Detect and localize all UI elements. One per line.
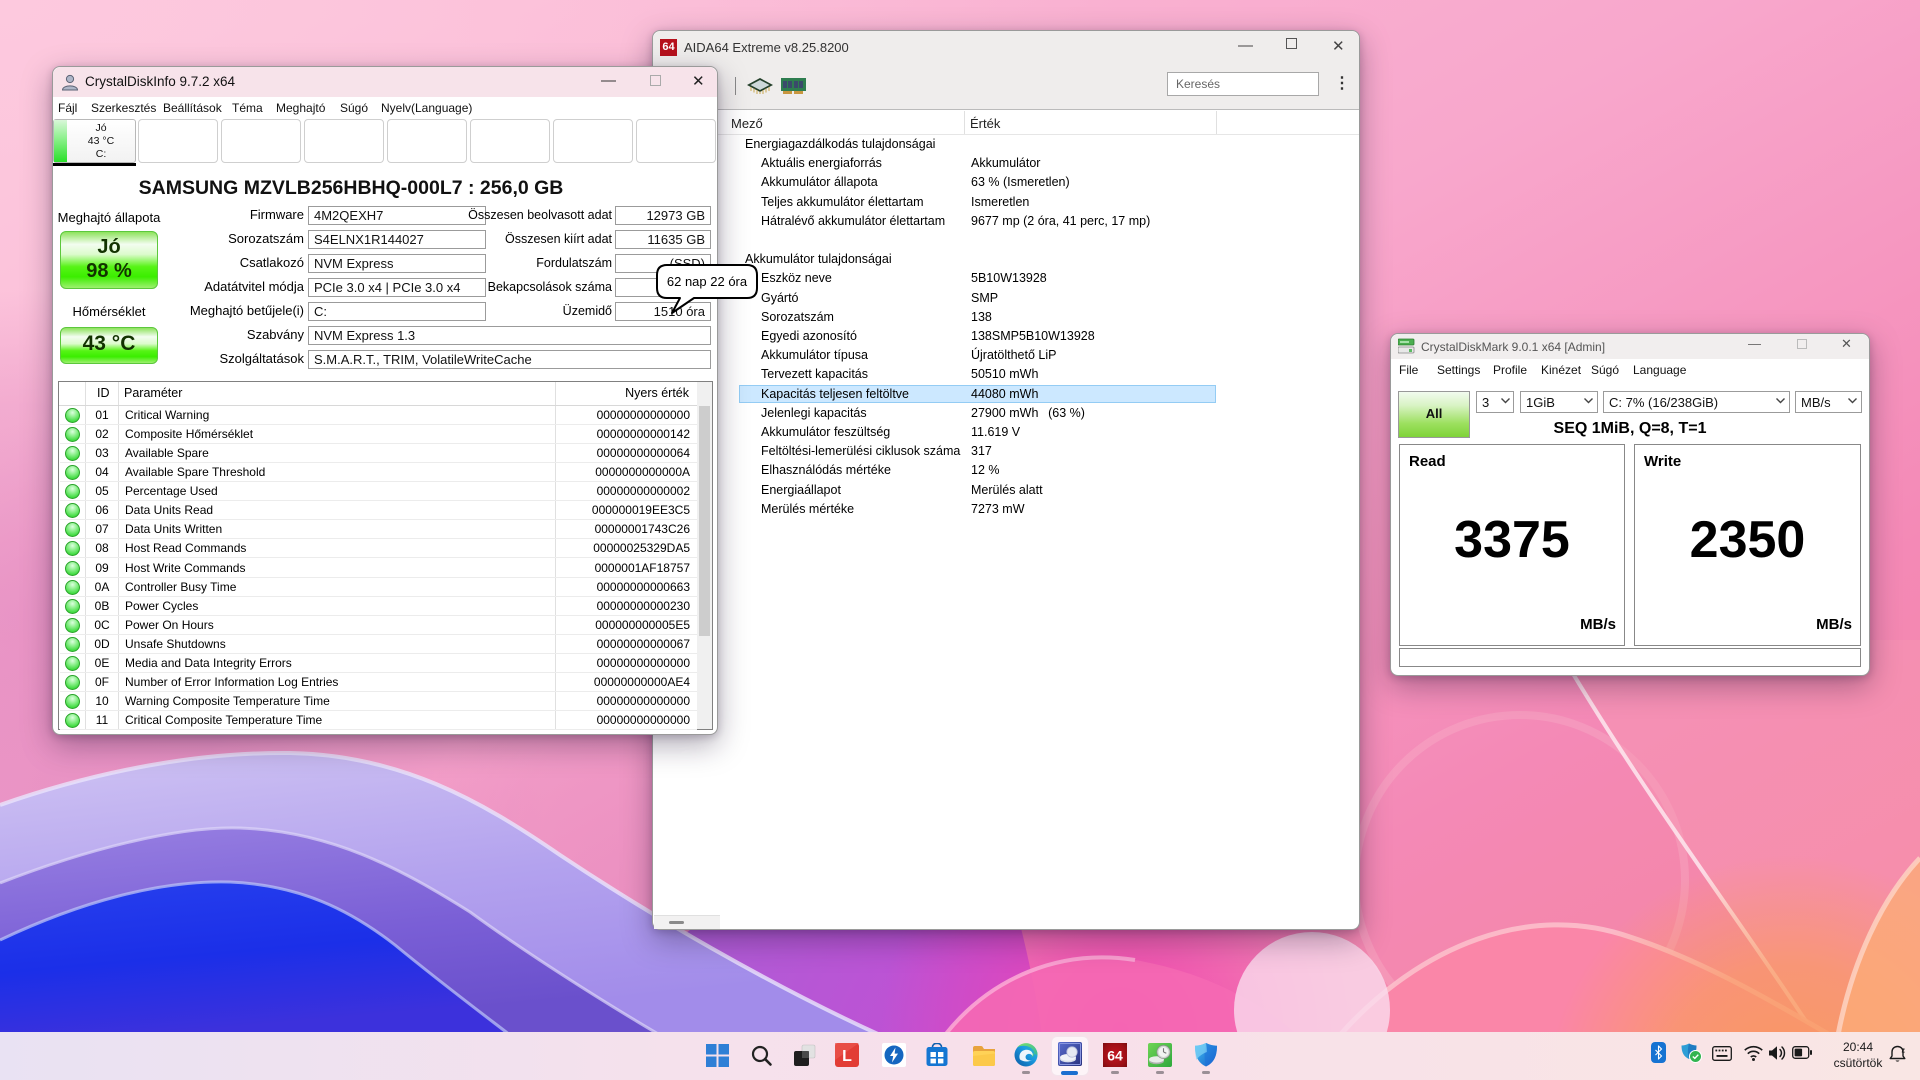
svg-text:64: 64 [1107,1048,1123,1064]
svg-text:z: z [1902,1048,1906,1055]
svg-text:L: L [842,1048,852,1065]
svg-text:62 nap 22 óra: 62 nap 22 óra [667,274,748,289]
